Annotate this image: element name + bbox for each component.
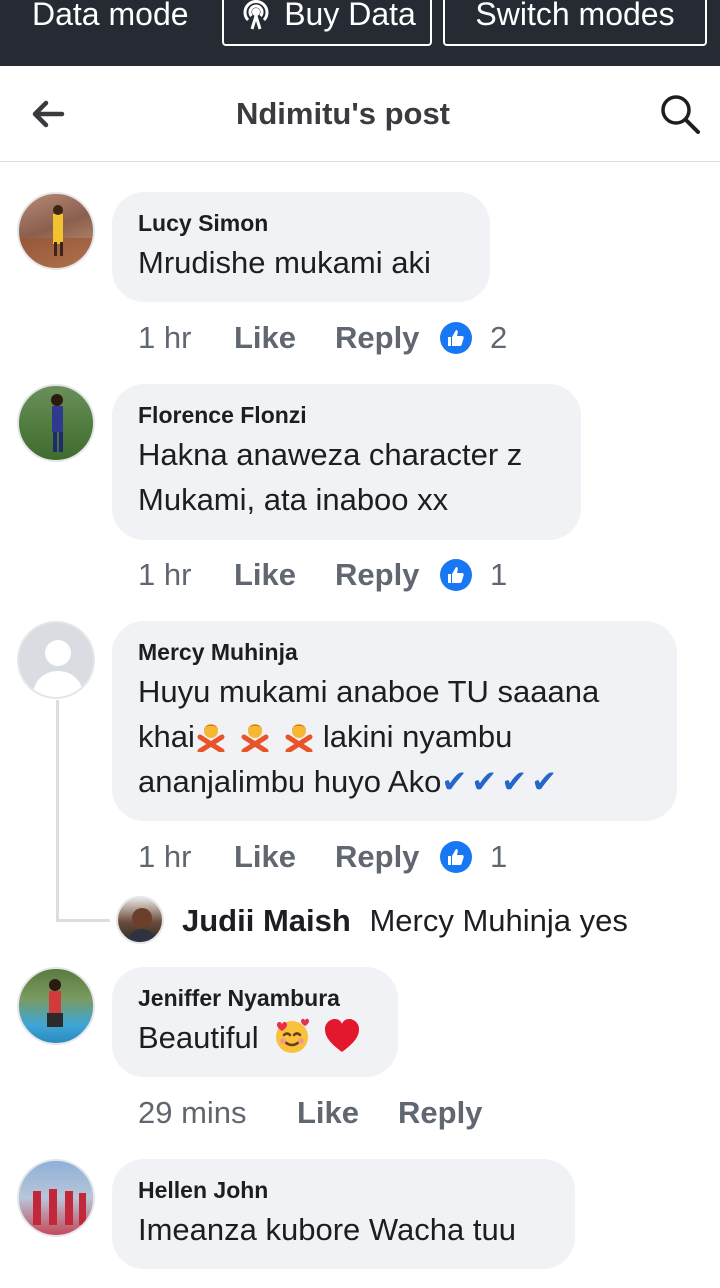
page-title: Ndimitu's post <box>235 96 451 131</box>
data-mode-bar: Data mode Buy Data Switch modes <box>0 0 720 66</box>
smiling-face-with-hearts-emoji-icon <box>276 1018 310 1053</box>
avatar[interactable] <box>17 621 95 699</box>
comment-text-line: Huyu mukami anaboe TU saaana <box>138 674 600 709</box>
reply-text: Mercy Muhinja yes <box>369 903 628 938</box>
comment-text-line: ananjalimbu huyo Ako✔✔✔✔ <box>138 759 651 804</box>
comment-actions: 1 hr Like Reply 1 <box>138 837 558 877</box>
reply-author[interactable]: Judii Maish <box>182 903 351 938</box>
like-reaction-icon[interactable] <box>440 322 472 354</box>
comment-time: 1 hr <box>138 839 192 874</box>
person-gesturing-no-emoji-icon <box>285 724 313 752</box>
like-button[interactable]: Like <box>234 837 296 877</box>
comment-text-fragment: lakini nyambu <box>322 719 513 754</box>
comment-text-line: khai lakini nyambu <box>138 714 651 759</box>
red-heart-emoji-icon <box>324 1019 359 1052</box>
switch-modes-label: Switch modes <box>475 0 675 32</box>
comment-author[interactable]: Jeniffer Nyambura <box>138 983 372 1013</box>
reply-button[interactable]: Reply <box>335 837 419 877</box>
switch-modes-button[interactable]: Switch modes <box>443 0 707 46</box>
comment-author[interactable]: Hellen John <box>138 1175 549 1205</box>
comment-bubble[interactable]: Hellen John Imeanza kubore Wacha tuu <box>112 1159 575 1269</box>
avatar[interactable] <box>17 967 95 1045</box>
comment-text: Imeanza kubore Wacha tuu <box>138 1212 516 1247</box>
like-reaction-icon[interactable] <box>440 841 472 873</box>
like-button[interactable]: Like <box>234 318 296 358</box>
comment-author[interactable]: Lucy Simon <box>138 208 464 238</box>
comment-text-line: Beautiful <box>138 1015 372 1060</box>
reply-button[interactable]: Reply <box>335 318 419 358</box>
comment-time: 1 hr <box>138 557 192 592</box>
comment-text-fragment: khai <box>138 719 195 754</box>
person-gesturing-no-emoji-icon <box>197 724 225 752</box>
broadcast-icon <box>243 0 269 30</box>
buy-data-button[interactable]: Buy Data <box>222 0 432 46</box>
comment-bubble[interactable]: Mercy Muhinja Huyu mukami anaboe TU saaa… <box>112 621 677 821</box>
comment-actions: 1 hr Like Reply 2 <box>138 318 558 358</box>
comment-actions: 29 mins Like Reply <box>138 1093 558 1133</box>
person-gesturing-no-emoji-icon <box>241 724 269 752</box>
comment-text: Beautiful <box>138 1020 259 1055</box>
post-header: Ndimitu's post <box>0 66 720 162</box>
reaction-count[interactable]: 2 <box>490 318 507 358</box>
reply-avatar[interactable] <box>116 896 164 944</box>
check-mark-icons: ✔✔✔✔ <box>441 764 562 799</box>
comment-text-fragment: ananjalimbu huyo Ako <box>138 764 442 799</box>
comment-bubble[interactable]: Florence Flonzi Hakna anaweza character … <box>112 384 581 540</box>
reply-preview[interactable]: Judii Maish Mercy Muhinja yes <box>182 901 628 941</box>
buy-data-label: Buy Data <box>284 0 416 32</box>
comment-bubble[interactable]: Lucy Simon Mrudishe mukami aki <box>112 192 490 302</box>
avatar[interactable] <box>17 384 95 462</box>
reply-thread-line <box>56 700 110 922</box>
comment-text: Mrudishe mukami aki <box>138 245 431 280</box>
search-icon[interactable] <box>658 92 702 136</box>
comment-author[interactable]: Mercy Muhinja <box>138 637 651 667</box>
avatar[interactable] <box>17 192 95 270</box>
comment-author[interactable]: Florence Flonzi <box>138 400 555 430</box>
like-button[interactable]: Like <box>297 1093 359 1133</box>
reply-button[interactable]: Reply <box>335 555 419 595</box>
comment-bubble[interactable]: Jeniffer Nyambura Beautiful <box>112 967 398 1077</box>
comment-actions: 1 hr Like Reply 1 <box>138 555 558 595</box>
comment-time: 29 mins <box>138 1095 247 1130</box>
avatar[interactable] <box>17 1159 95 1237</box>
reaction-count[interactable]: 1 <box>490 837 507 877</box>
comment-text-line: Mukami, ata inaboo xx <box>138 482 449 517</box>
like-button[interactable]: Like <box>234 555 296 595</box>
reaction-count[interactable]: 1 <box>490 555 507 595</box>
comment-text-line: Hakna anaweza character z <box>138 437 523 472</box>
data-mode-label: Data mode <box>32 0 189 32</box>
comment-time: 1 hr <box>138 320 192 355</box>
like-reaction-icon[interactable] <box>440 559 472 591</box>
reply-button[interactable]: Reply <box>398 1093 482 1133</box>
